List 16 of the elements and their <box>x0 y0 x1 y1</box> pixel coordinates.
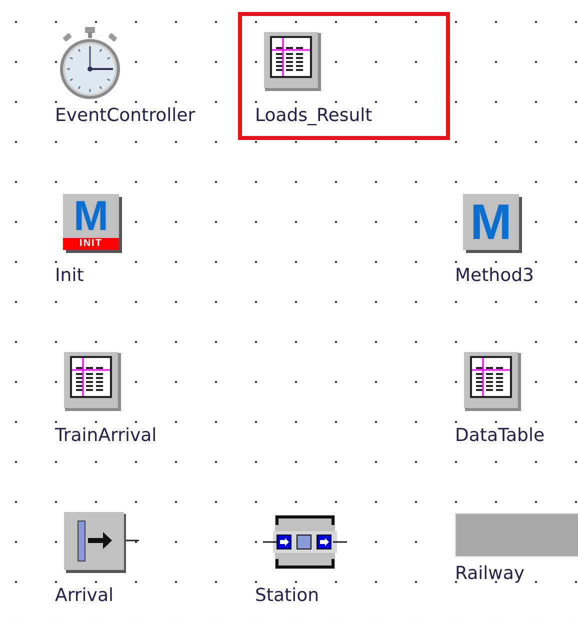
object-label: Railway <box>455 563 525 584</box>
object-label: Loads_Result <box>255 105 372 126</box>
object-label: DataTable <box>455 425 545 446</box>
object-label: EventController <box>55 105 196 126</box>
source-icon <box>63 511 139 573</box>
method-icon: M <box>463 194 519 250</box>
object-label: Method3 <box>455 265 534 286</box>
object-label: Station <box>255 585 319 606</box>
object-label: Init <box>55 265 84 286</box>
track-bar[interactable] <box>455 513 578 557</box>
table-icon <box>263 31 323 93</box>
object-label: Arrival <box>55 585 114 606</box>
object-label: TrainArrival <box>55 425 157 446</box>
table-icon <box>63 351 123 413</box>
table-icon <box>463 351 523 413</box>
method-icon: M INIT <box>63 194 119 250</box>
